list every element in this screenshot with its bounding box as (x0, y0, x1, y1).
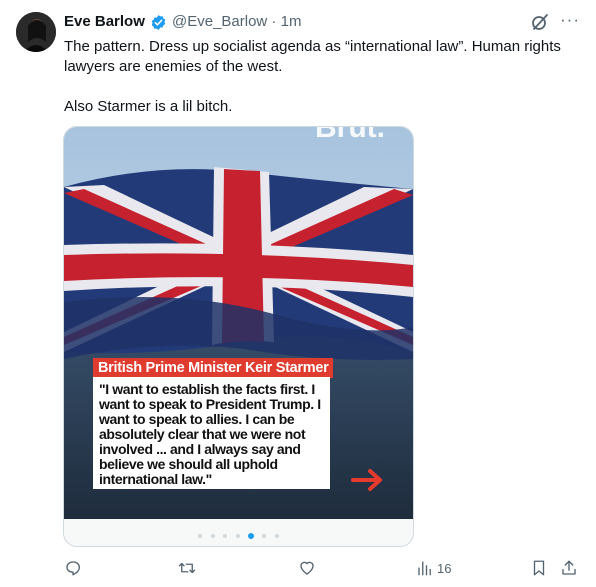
carousel-dots[interactable] (64, 527, 413, 539)
views-icon (418, 561, 431, 576)
reply-icon (66, 561, 81, 576)
views-count: 16 (437, 560, 452, 576)
grok-icon[interactable] (530, 12, 550, 32)
reply-button[interactable] (64, 558, 82, 578)
carousel-dot[interactable] (223, 533, 228, 538)
avatar-photo (16, 12, 56, 52)
share-icon (562, 560, 576, 575)
share-button[interactable] (560, 558, 578, 578)
tweet-header: Eve Barlow @Eve_Barlow · 1m ··· (64, 10, 580, 32)
verified-badge-icon (150, 14, 167, 31)
tweet-actions: 16 (64, 558, 584, 578)
carousel-dot[interactable] (235, 533, 240, 538)
retweet-icon (178, 562, 196, 574)
author-handle[interactable]: @Eve_Barlow · 1m (172, 13, 301, 30)
more-icon[interactable]: ··· (560, 10, 580, 30)
media-quote: "I want to establish the facts first. I … (93, 377, 330, 489)
brut-watermark: Brut. (315, 126, 385, 144)
bookmark-button[interactable] (530, 558, 548, 578)
carousel-dot[interactable] (198, 533, 203, 538)
tweet-text: The pattern. Dress up socialist agenda a… (64, 38, 561, 115)
like-icon (300, 561, 314, 575)
carousel-dot[interactable] (262, 533, 267, 538)
next-arrow-icon (351, 469, 382, 491)
bookmark-icon (533, 560, 545, 576)
carousel-dot[interactable] (274, 533, 279, 538)
views-button[interactable]: 16 (416, 558, 451, 578)
retweet-button[interactable] (178, 558, 196, 578)
media-caption-label: British Prime Minister Keir Starmer (93, 358, 334, 378)
carousel-dot[interactable] (210, 533, 215, 538)
carousel-dot-active[interactable] (247, 532, 254, 539)
avatar[interactable] (16, 12, 56, 52)
like-button[interactable] (298, 558, 316, 578)
tweet-media[interactable]: Brut. British Prime Minister Keir Starme… (63, 126, 414, 547)
author-name[interactable]: Eve Barlow (64, 13, 145, 30)
